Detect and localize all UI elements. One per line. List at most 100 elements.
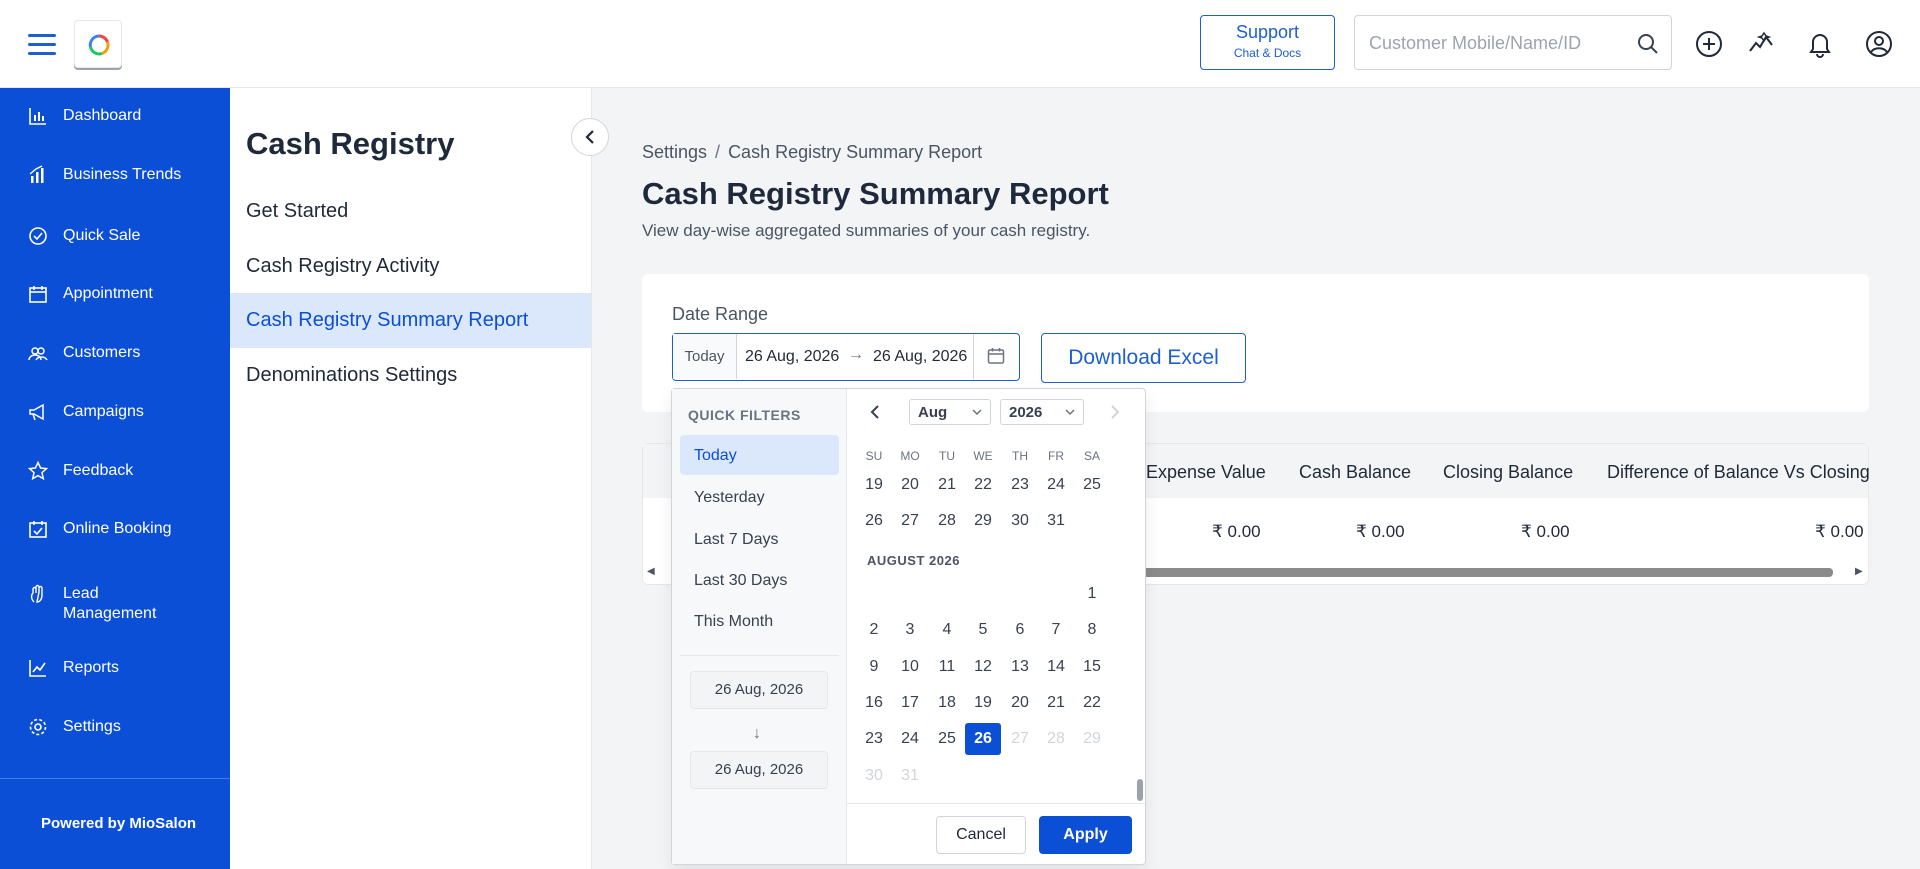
- calendar-day[interactable]: 21: [929, 469, 965, 501]
- calendar-day[interactable]: 15: [1074, 651, 1110, 683]
- calendar-day[interactable]: 11: [929, 651, 965, 683]
- next-month-icon[interactable]: [1109, 405, 1121, 419]
- add-icon[interactable]: [1694, 29, 1724, 59]
- sidebar-item-label: Reports: [63, 659, 120, 676]
- date-from-value: 26 Aug, 2026: [745, 348, 840, 365]
- calendar-day[interactable]: 16: [856, 687, 892, 719]
- subnav-item-denominations-settings[interactable]: Denominations Settings: [230, 348, 591, 403]
- calendar-day-selected[interactable]: 26: [965, 723, 1001, 756]
- calendar-day[interactable]: 13: [1002, 651, 1038, 683]
- calendar-day[interactable]: 27: [892, 505, 928, 537]
- subnav-item-label: Denominations Settings: [246, 364, 458, 386]
- apply-button[interactable]: Apply: [1039, 816, 1132, 854]
- calendar-day[interactable]: 23: [856, 723, 892, 755]
- section-title: Cash Registry: [246, 126, 455, 161]
- calendar-day[interactable]: 22: [1074, 687, 1110, 719]
- date-range-input[interactable]: Today 26 Aug, 2026 → 26 Aug, 2026: [672, 333, 1020, 381]
- scroll-left-arrow-icon[interactable]: ◀: [647, 566, 655, 577]
- scroll-right-arrow-icon[interactable]: ▶: [1855, 566, 1863, 577]
- page-subtitle: View day-wise aggregated summaries of yo…: [642, 221, 1091, 240]
- quick-filter-yesterday[interactable]: Yesterday: [680, 477, 839, 517]
- calendar-day[interactable]: 14: [1038, 651, 1074, 683]
- quick-filter-last-30-days[interactable]: Last 30 Days: [680, 560, 839, 600]
- support-button[interactable]: Support Chat & Docs: [1200, 15, 1335, 70]
- user-profile-icon[interactable]: [1864, 29, 1894, 59]
- scrollbar-thumb[interactable]: [1123, 568, 1833, 577]
- calendar-day[interactable]: 26: [856, 505, 892, 537]
- month-select[interactable]: Aug: [909, 399, 991, 425]
- sidebar-item-lead-management[interactable]: Lead Management: [0, 574, 230, 630]
- subnav-item-cash-registry-activity[interactable]: Cash Registry Activity: [230, 239, 591, 294]
- calendar-day[interactable]: 28: [929, 505, 965, 537]
- down-arrow-icon: ↓: [753, 725, 761, 742]
- calendar-day[interactable]: 22: [965, 469, 1001, 501]
- sidebar-item-feedback[interactable]: Feedback: [0, 451, 230, 491]
- calendar-day[interactable]: 31: [1038, 505, 1074, 537]
- subnav-item-get-started[interactable]: Get Started: [230, 184, 591, 239]
- calendar-day[interactable]: 24: [892, 723, 928, 755]
- whats-new-icon[interactable]: [1746, 29, 1776, 59]
- calendar-day[interactable]: 7: [1038, 614, 1074, 646]
- calendar-day[interactable]: 24: [1038, 469, 1074, 501]
- sidebar-item-customers[interactable]: Customers: [0, 333, 230, 373]
- date-range-tag: Today: [673, 334, 737, 379]
- picker-footer: Cancel Apply: [847, 803, 1145, 864]
- calendar-day[interactable]: 1: [1074, 578, 1110, 610]
- calendar-day[interactable]: 8: [1074, 614, 1110, 646]
- calendar-day[interactable]: 4: [929, 614, 965, 646]
- calendar-day[interactable]: 9: [856, 651, 892, 683]
- calendar-day[interactable]: 30: [1002, 505, 1038, 537]
- calendar-day[interactable]: 17: [892, 687, 928, 719]
- year-select[interactable]: 2026: [1000, 399, 1084, 425]
- calendar-toggle-button[interactable]: [973, 334, 1018, 379]
- calendar-day[interactable]: 3: [892, 614, 928, 646]
- picker-to-date: 26 Aug, 2026: [690, 751, 828, 789]
- sidebar-item-online-booking[interactable]: Online Booking: [0, 509, 230, 549]
- app-logo[interactable]: [74, 20, 122, 68]
- quick-filter-today[interactable]: Today: [680, 435, 839, 475]
- weekday-header: FR: [1048, 449, 1064, 463]
- page-title: Cash Registry Summary Report: [642, 176, 1109, 211]
- sidebar-item-reports[interactable]: Reports: [0, 648, 230, 688]
- calendar-day[interactable]: 19: [965, 687, 1001, 719]
- sidebar-item-business-trends[interactable]: Business Trends: [0, 155, 230, 195]
- calendar-icon: [29, 286, 47, 303]
- calendar-day[interactable]: 20: [892, 469, 928, 501]
- calendar-day[interactable]: 18: [929, 687, 965, 719]
- calendar-day[interactable]: 21: [1038, 687, 1074, 719]
- scrollbar-thumb[interactable]: [1137, 779, 1143, 801]
- calendar-day[interactable]: 12: [965, 651, 1001, 683]
- sidebar-item-dashboard[interactable]: Dashboard: [0, 96, 230, 136]
- quick-filter-last-7-days[interactable]: Last 7 Days: [680, 519, 839, 559]
- sidebar-item-campaigns[interactable]: Campaigns: [0, 392, 230, 432]
- bell-icon[interactable]: [1805, 29, 1835, 59]
- calendar-day[interactable]: 10: [892, 651, 928, 683]
- sidebar-item-quick-sale[interactable]: Quick Sale: [0, 216, 230, 256]
- calendar-day[interactable]: 25: [929, 723, 965, 755]
- sidebar-item-appointment[interactable]: Appointment: [0, 274, 230, 314]
- sidebar-item-label: Customers: [63, 344, 141, 361]
- calendar-day[interactable]: 5: [965, 614, 1001, 646]
- calendar-day: 30: [865, 766, 883, 784]
- calendar-day[interactable]: 6: [1002, 614, 1038, 646]
- calendar-day[interactable]: 2: [856, 614, 892, 646]
- subnav-item-summary-report[interactable]: Cash Registry Summary Report: [230, 293, 591, 348]
- calendar-day[interactable]: 20: [1002, 687, 1038, 719]
- calendar-day[interactable]: 25: [1074, 469, 1110, 501]
- customer-search-input[interactable]: [1369, 30, 1619, 56]
- calendar-day[interactable]: 23: [1002, 469, 1038, 501]
- calendar-scrollbar[interactable]: [1137, 471, 1143, 801]
- collapse-sidebar-button[interactable]: [571, 118, 609, 156]
- sidebar-item-settings[interactable]: Settings: [0, 707, 230, 747]
- previous-month-icon[interactable]: [869, 405, 881, 419]
- breadcrumb-settings-link[interactable]: Settings: [642, 142, 707, 162]
- calendar-day[interactable]: 29: [965, 505, 1001, 537]
- calendar-day[interactable]: 19: [856, 469, 892, 501]
- hamburger-menu-icon[interactable]: [28, 34, 56, 56]
- subnav-item-label: Cash Registry Summary Report: [246, 309, 529, 331]
- quick-filter-this-month[interactable]: This Month: [680, 601, 839, 641]
- calendar-day: 31: [901, 766, 919, 784]
- download-excel-button[interactable]: Download Excel: [1041, 333, 1246, 383]
- search-icon[interactable]: [1637, 33, 1659, 55]
- cancel-button[interactable]: Cancel: [936, 816, 1026, 854]
